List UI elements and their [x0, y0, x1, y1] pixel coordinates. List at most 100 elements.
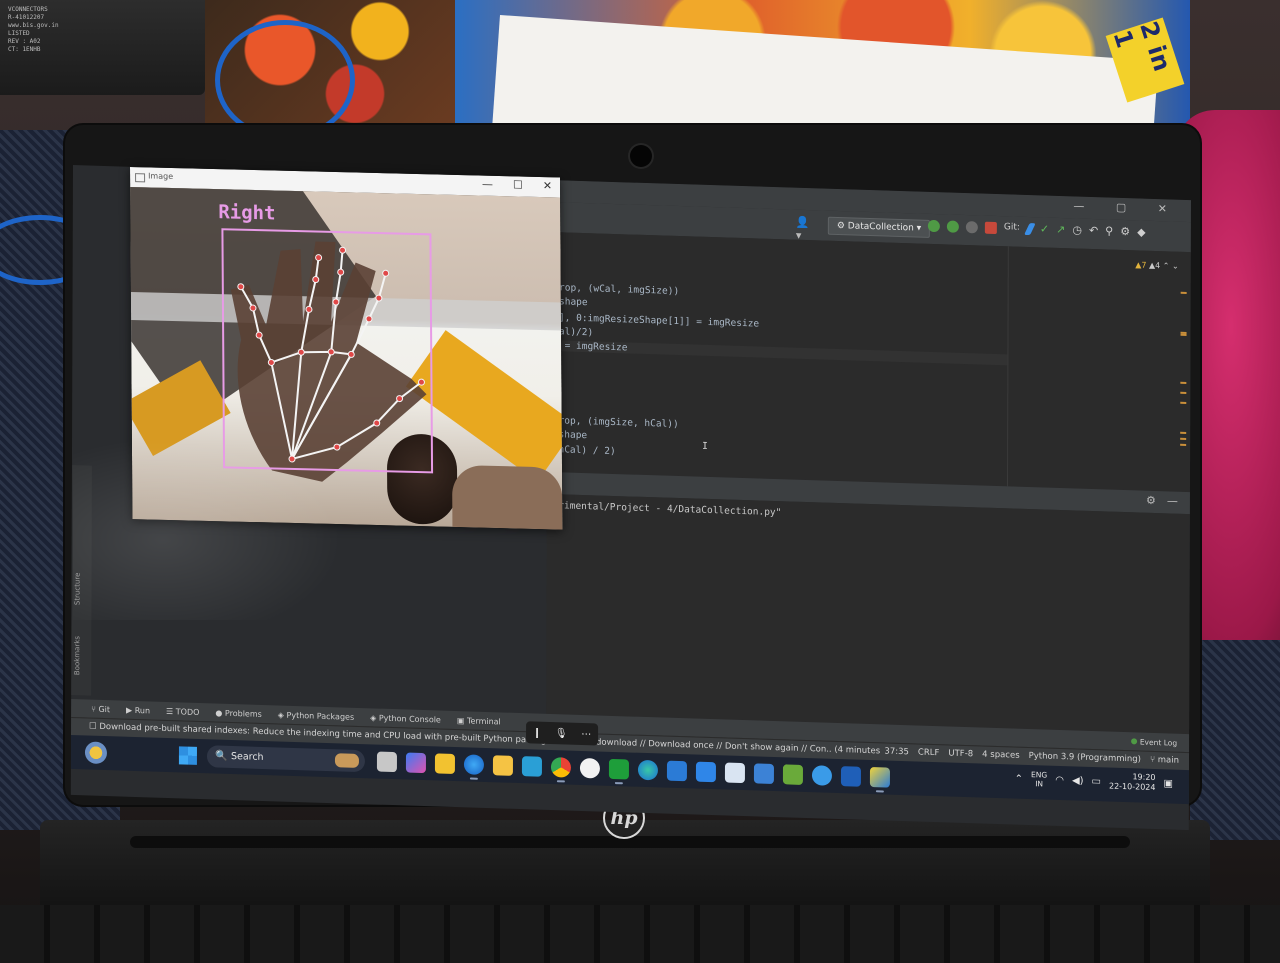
caret-position[interactable]: 37:35 [884, 747, 909, 758]
document-icon[interactable] [724, 762, 745, 784]
inspection-widget[interactable]: ▲7 ▲4 ⌃ ⌄ [1135, 260, 1179, 270]
vscode-icon[interactable] [666, 760, 687, 782]
tab-problems[interactable]: ● Problems [215, 708, 261, 718]
debug-icon[interactable] [946, 220, 959, 233]
power-adapter: VCONNECTORS R-41012207 www.bis.gov.in LI… [0, 0, 205, 95]
event-log-icon [1130, 738, 1137, 745]
chrome-canary-icon[interactable] [579, 757, 600, 779]
search-icon: 🔍 [214, 750, 228, 762]
tab-todo[interactable]: ☰ TODO [166, 706, 199, 716]
tab-python-console[interactable]: ◈ Python Console [370, 713, 441, 724]
tab-git[interactable]: ⑂ Git [91, 704, 110, 714]
camera-frame: Right [130, 187, 563, 530]
adapter-line: LISTED [8, 30, 30, 37]
adapter-line: VCONNECTORS [8, 6, 48, 13]
bookmarks-tab[interactable]: Bookmarks [73, 636, 81, 675]
run-config-select[interactable]: ⚙ DataCollection ▾ [827, 216, 931, 238]
image-window: Image — ☐ ✕ Right [130, 167, 563, 530]
error-stripe [1180, 291, 1187, 492]
run-config-label: DataCollection [847, 221, 914, 234]
people-icon[interactable] [811, 765, 832, 786]
word-icon[interactable] [840, 766, 861, 787]
run-output-text: perimental/Project - 4/DataCollection.py… [546, 499, 782, 519]
run-output-panel[interactable]: perimental/Project - 4/DataCollection.py… [546, 493, 1190, 735]
maximize-icon[interactable]: ☐ [513, 178, 523, 191]
structure-tab[interactable]: Structure [73, 572, 81, 605]
editor-app-icon[interactable] [782, 764, 803, 785]
indent-setting[interactable]: 4 spaces [982, 750, 1020, 761]
microphone-icon[interactable]: 🎙 [555, 728, 568, 739]
code-editor[interactable]: ▲7 ▲4 ⌃ ⌄ gCrop, (wCal, imgSize)) e.shap… [546, 231, 1191, 493]
close-icon[interactable]: ✕ [543, 179, 552, 192]
hand-silhouette [230, 241, 427, 482]
pycharm-terminal-icon[interactable] [608, 758, 629, 780]
plugin-icon[interactable]: ◆ [1137, 225, 1146, 238]
chrome-icon[interactable] [550, 757, 571, 778]
tab-label: Run [134, 705, 151, 715]
event-log-button[interactable]: Event Log [1130, 737, 1178, 748]
handedness-label: Right [218, 201, 276, 225]
system-tray: ⌃ ENG IN ◠ ◀) ▭ 19:20 22-10-2024 ▣ [1015, 769, 1173, 794]
git-push-icon[interactable]: ↗ [1056, 223, 1065, 236]
git-branch-label: main [1157, 755, 1180, 766]
python-interpreter[interactable]: Python 3.9 (Programming) [1029, 751, 1141, 765]
git-commit-icon[interactable]: ✓ [1040, 222, 1049, 235]
copilot-icon[interactable] [405, 752, 426, 774]
floating-control-bar: ❙ 🎙 ⋯ [526, 721, 599, 746]
stop-icon[interactable] [984, 221, 997, 235]
minimize-icon[interactable]: — [482, 178, 493, 191]
python-app-icon[interactable] [869, 767, 890, 788]
coverage-icon[interactable] [965, 221, 978, 234]
wifi-icon[interactable]: ◠ [1055, 774, 1064, 785]
rollback-icon[interactable]: ↶ [1089, 224, 1098, 237]
language-indicator[interactable]: ENG IN [1031, 770, 1047, 789]
history-icon[interactable]: ◷ [1072, 223, 1082, 236]
ide-window-controls[interactable]: — ▢ ✕ [1073, 199, 1181, 215]
text-cursor-icon: I [702, 440, 708, 452]
chevron-up-icon[interactable]: ⌃ [1015, 773, 1023, 784]
search-icon[interactable]: ⚲ [1105, 224, 1113, 237]
task-view-icon[interactable] [376, 751, 397, 773]
image-window-controls: — ☐ ✕ [482, 178, 552, 193]
search-highlight-icon [334, 753, 359, 768]
sticky-notes-icon[interactable] [434, 753, 455, 775]
tab-run[interactable]: ▶ Run [126, 705, 150, 715]
adapter-line: R-41012207 [8, 14, 45, 21]
clock-date: 22-10-2024 [1108, 781, 1156, 793]
gear-icon[interactable]: ⚙ [1146, 494, 1156, 507]
search-label: Search [230, 750, 264, 763]
edge-icon[interactable] [637, 759, 658, 781]
file-encoding[interactable]: UTF-8 [948, 749, 973, 760]
hand-tracking-overlay [221, 228, 434, 482]
adapter-label: VCONNECTORS R-41012207 www.bis.gov.in LI… [8, 6, 193, 66]
tab-terminal[interactable]: ▣ Terminal [457, 716, 501, 726]
settings-icon[interactable]: ⚙ [1120, 225, 1130, 238]
adapter-line: CT: 1ENHB [8, 46, 41, 53]
edge-beta-icon[interactable] [463, 754, 484, 775]
more-icon[interactable]: ⋯ [581, 728, 591, 739]
volume-icon[interactable]: ◀) [1072, 775, 1084, 786]
tab-python-packages[interactable]: ◈ Python Packages [278, 710, 354, 721]
file-explorer-icon[interactable] [492, 755, 513, 776]
run-icon[interactable] [927, 219, 940, 233]
git-branch[interactable]: ⑂ main [1150, 755, 1179, 766]
weather-icon[interactable] [84, 741, 107, 765]
monitor-app-icon[interactable] [521, 756, 542, 777]
todo-icon[interactable] [695, 761, 716, 783]
tab-label: Python Packages [286, 710, 355, 722]
battery-icon[interactable]: ▭ [1092, 776, 1101, 787]
adapter-line: www.bis.gov.in [8, 22, 59, 29]
line-separator[interactable]: CRLF [918, 748, 940, 759]
hide-panel-icon[interactable]: — [1167, 494, 1178, 507]
git-update-icon[interactable] [1024, 223, 1036, 236]
clock[interactable]: 19:20 22-10-2024 [1109, 772, 1156, 793]
drag-handle-icon[interactable]: ❙ [533, 727, 541, 738]
taskbar-search[interactable]: 🔍 Search [206, 745, 365, 773]
event-log-label: Event Log [1139, 737, 1178, 748]
user-icon[interactable]: 👤▾ [796, 216, 812, 242]
start-button[interactable] [178, 746, 197, 765]
notes-icon[interactable] [753, 763, 774, 785]
language-code: ENG [1031, 770, 1048, 780]
notification-icon[interactable]: ▣ [1163, 778, 1172, 789]
tab-label: TODO [175, 706, 200, 717]
